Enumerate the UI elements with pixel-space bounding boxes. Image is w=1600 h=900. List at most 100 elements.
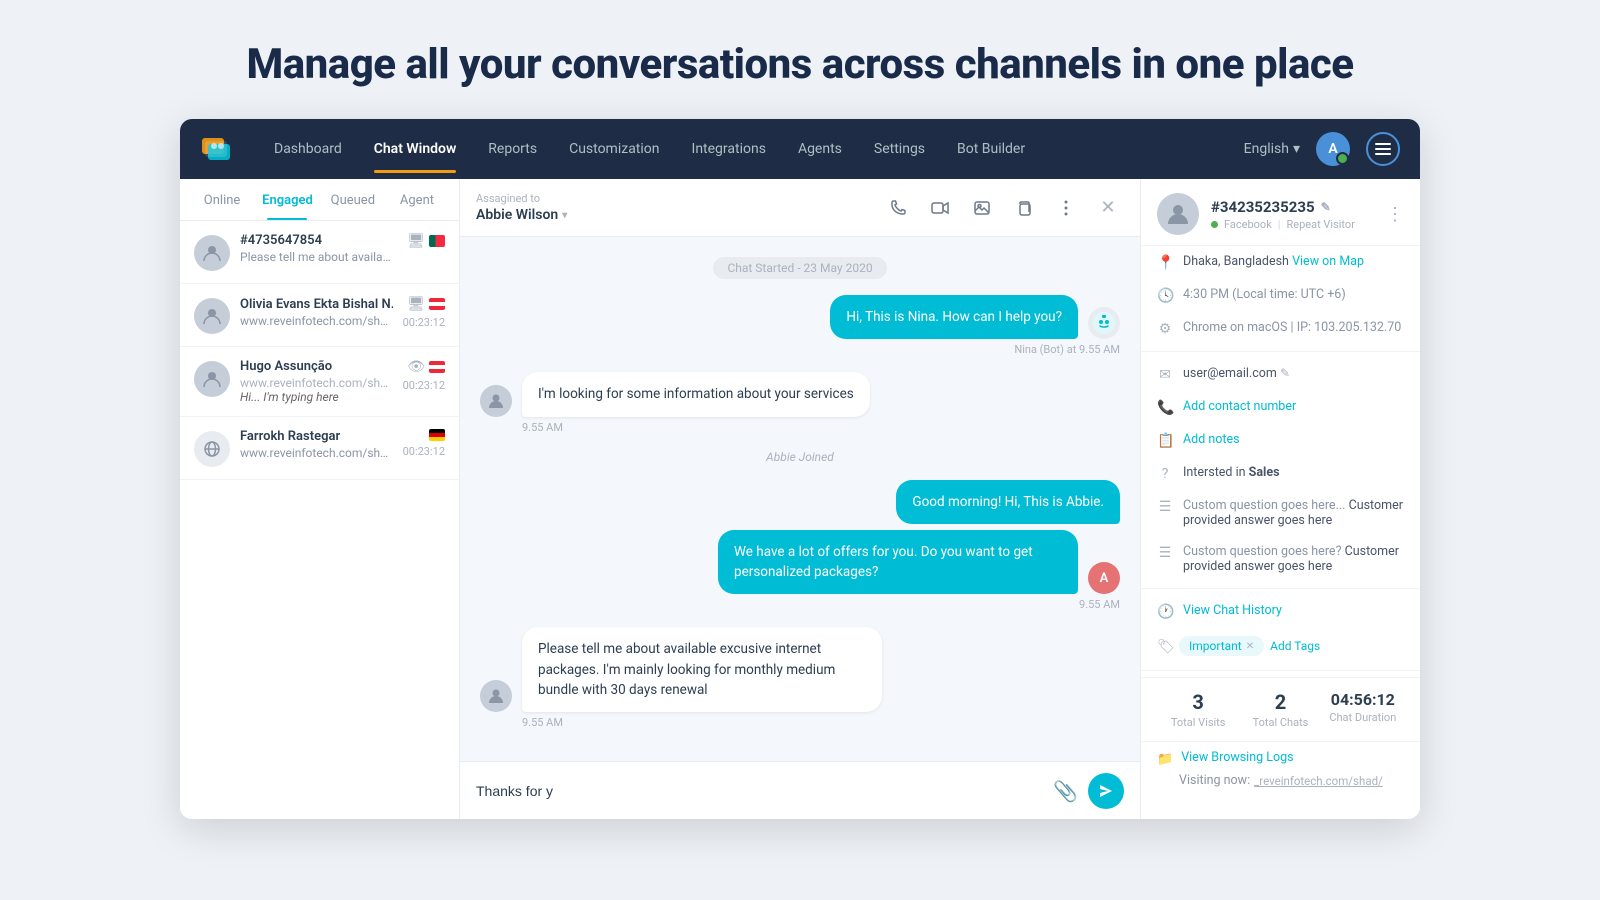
app-container: Dashboard Chat Window Reports Customizat… [180,119,1420,819]
view-on-map-link[interactable]: View on Map [1292,254,1364,269]
msg-row: Please tell me about available excusive … [480,627,882,712]
chat-name: Farrokh Rastegar [240,429,393,444]
notes-row: 📋 Add notes [1141,424,1420,457]
stat-label: Total Chats [1239,716,1321,729]
list-icon-2: ☰ [1157,545,1173,561]
interest-icon: ? [1157,466,1173,482]
nav-settings[interactable]: Settings [860,133,939,165]
avatar [194,298,230,334]
interest-row: ? Intersted in Sales [1141,457,1420,490]
message-group: Please tell me about available excusive … [480,627,1120,729]
chat-preview: www.reveinfotech.com/shad/ [240,376,393,390]
custom-q2-row: ☰ Custom question goes here? Customer pr… [1141,536,1420,582]
nav-customization[interactable]: Customization [555,133,673,165]
chat-started-label: Chat Started - 23 May 2020 [713,257,886,279]
monitor-icon: 🖥 [407,296,425,312]
view-chat-history-link[interactable]: View Chat History [1183,603,1282,618]
chat-info: Olivia Evans Ekta Bishal N... +1 www.rev… [240,296,393,328]
add-tags-link[interactable]: Add Tags [1270,639,1320,653]
message-input[interactable] [476,783,1043,799]
stat-value: 2 [1239,690,1321,714]
list-item[interactable]: Farrokh Rastegar www.reveinfotech.com/sh… [180,417,459,480]
phone-icon[interactable] [882,192,914,224]
message-group: Hi, This is Nina. How can I help you? Ni… [480,295,1120,356]
user-avatar[interactable]: A [1316,132,1350,166]
edit-email-icon[interactable]: ✎ [1280,366,1290,380]
history-icon: 🕐 [1157,604,1173,620]
list-item[interactable]: Hugo Assunção www.reveinfotech.com/shad/… [180,347,459,417]
list-icon: ☰ [1157,499,1173,515]
location-text: Dhaka, Bangladesh View on Map [1183,254,1404,269]
custom-q1-row: ☰ Custom question goes here... Customer … [1141,490,1420,536]
divider [1141,670,1420,671]
list-item[interactable]: #4735647854 Please tell me about availab… [180,221,459,284]
contact-id: #34235235235 ✎ [1211,198,1374,216]
tab-agent[interactable]: Agent [385,179,449,220]
chat-info: Farrokh Rastegar www.reveinfotech.com/sh… [240,429,393,460]
language-selector[interactable]: English ▾ [1244,141,1300,157]
image-icon[interactable] [966,192,998,224]
close-button[interactable]: ✕ [1092,192,1124,224]
tab-online[interactable]: Online [190,179,254,220]
assigned-label: Assagined to [476,192,882,205]
divider [1141,588,1420,589]
send-button[interactable] [1088,773,1124,809]
chat-time: 00:23:12 [403,316,445,329]
chat-input-area: 📎 [460,761,1140,819]
rp-title: #34235235235 ✎ Facebook | Repeat Visitor [1211,198,1374,231]
menu-icon-button[interactable] [1366,132,1400,166]
assigned-name[interactable]: Abbie Wilson ▾ [476,207,882,223]
user-avatar [480,680,512,712]
copy-icon[interactable] [1008,192,1040,224]
nav-bot-builder[interactable]: Bot Builder [943,133,1039,165]
total-chats-stat: 2 Total Chats [1239,690,1321,729]
notes-icon: 📋 [1157,433,1173,449]
time-row: 🕓 4:30 PM (Local time: UTC +6) [1141,279,1420,312]
chat-window: Assagined to Abbie Wilson ▾ [460,179,1140,819]
location-row: 📍 Dhaka, Bangladesh View on Map [1141,246,1420,279]
contact-avatar [1157,193,1199,235]
more-options-icon[interactable]: ⋮ [1386,204,1404,225]
message-group: I'm looking for some information about y… [480,372,1120,433]
nav-agents[interactable]: Agents [784,133,856,165]
edit-icon[interactable]: ✎ [1321,200,1331,214]
nav-links: Dashboard Chat Window Reports Customizat… [260,133,1244,165]
nav-dashboard[interactable]: Dashboard [260,133,356,165]
add-notes-link[interactable]: Add notes [1183,432,1240,447]
chat-sidebar: Online Engaged Queued Agent #4735647854 … [180,179,460,819]
logo [200,129,240,169]
message-meta: 9.55 AM [1079,598,1120,611]
hero-section: Manage all your conversations across cha… [0,0,1600,119]
view-browsing-logs-link[interactable]: View Browsing Logs [1181,750,1293,765]
chat-actions: ✕ [882,192,1124,224]
hamburger-icon [1375,141,1391,157]
msg-row: Hi, This is Nina. How can I help you? [830,295,1120,339]
assigned-info: Assagined to Abbie Wilson ▾ [476,192,882,223]
stat-label: Total Visits [1157,716,1239,729]
chat-name: Olivia Evans Ekta Bishal N... +1 [240,296,393,312]
more-icon[interactable] [1050,192,1082,224]
chat-meta: 👁 00:23:12 [403,359,445,392]
tab-queued[interactable]: Queued [321,179,385,220]
list-item[interactable]: Olivia Evans Ekta Bishal N... +1 www.rev… [180,284,459,347]
stats-row: 3 Total Visits 2 Total Chats 04:56:12 Ch… [1141,677,1420,741]
add-contact-link[interactable]: Add contact number [1183,399,1296,414]
remove-tag-button[interactable]: ✕ [1246,641,1254,652]
tags-row: 🏷 Important ✕ Add Tags [1141,628,1420,664]
chat-history-row: 🕐 View Chat History [1141,595,1420,628]
nav-chat-window[interactable]: Chat Window [360,133,471,165]
video-icon[interactable] [924,192,956,224]
chat-flags [429,429,445,441]
msg-row: We have a lot of offers for you. Do you … [718,530,1120,595]
nav-reports[interactable]: Reports [474,133,551,165]
chat-flags: 🖥 [407,296,445,312]
tag-icon: 🏷 [1157,639,1173,655]
chat-time: 00:23:12 [403,379,445,392]
stat-value: 04:56:12 [1322,690,1404,709]
tab-engaged[interactable]: Engaged [254,179,321,220]
visiting-label: Visiting now: [1179,773,1250,788]
browsing-row: 📁 View Browsing Logs Visiting now: _reve… [1141,741,1420,796]
nav-integrations[interactable]: Integrations [678,133,780,165]
attachment-icon[interactable]: 📎 [1053,779,1078,803]
message-bubble: Hi, This is Nina. How can I help you? [830,295,1078,339]
